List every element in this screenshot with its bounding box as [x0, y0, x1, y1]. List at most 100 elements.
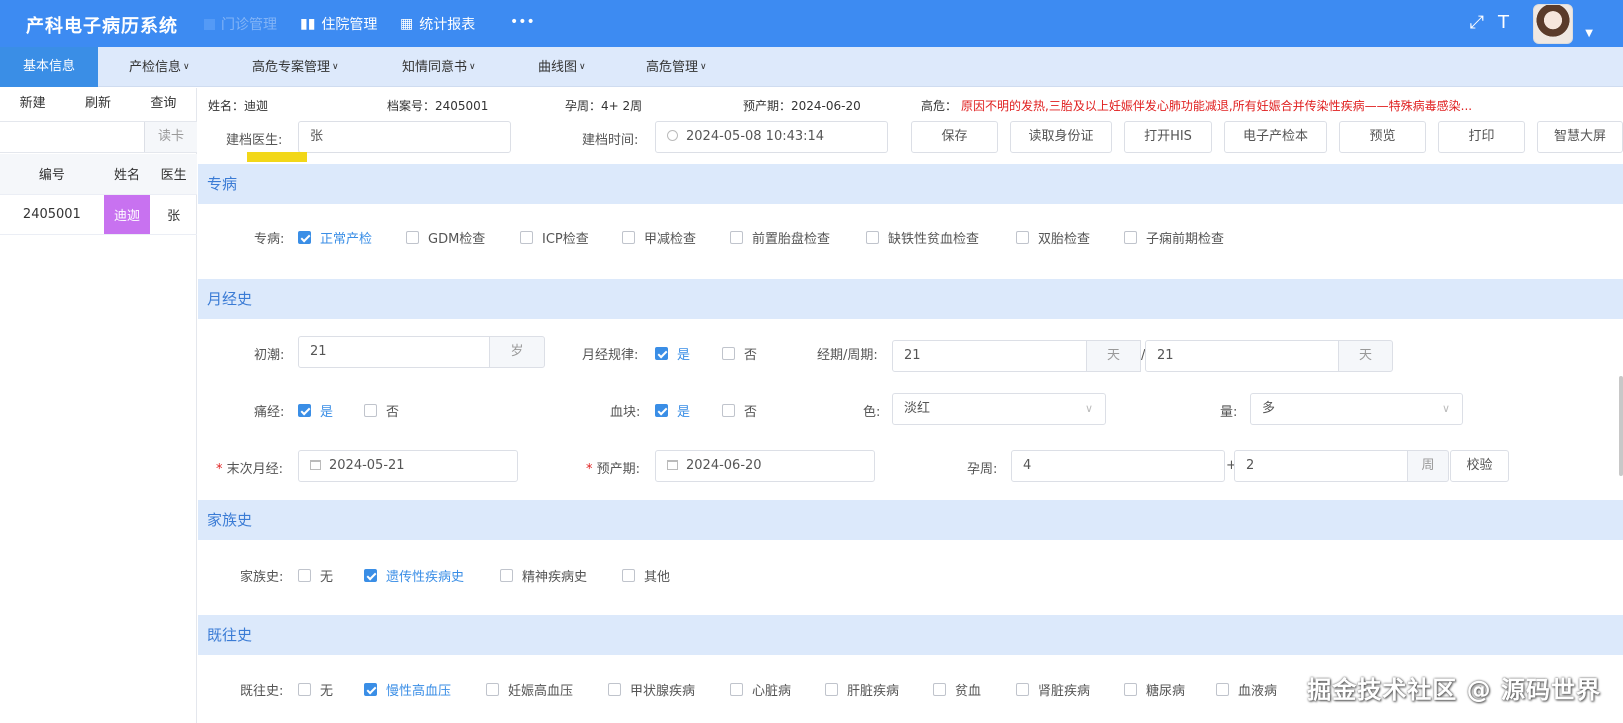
period-cycle-label: 经期/周期:: [817, 348, 878, 363]
module-consent[interactable]: 知情同意书 ∨: [402, 47, 476, 87]
chevron-down-icon: ∨: [332, 62, 339, 72]
clock-icon: [667, 130, 678, 141]
nav-statistics[interactable]: ▦ 统计报表: [400, 14, 475, 34]
patient-doctor: 张: [150, 194, 197, 235]
color-select[interactable]: 淡红 ∨: [892, 393, 1106, 425]
archive-time-input[interactable]: 2024-05-08 10:43:14: [655, 121, 888, 153]
checkbox-hereditary[interactable]: 遗传性疾病史: [364, 566, 464, 585]
column-header: 编号: [0, 154, 104, 195]
lmp-label: 末次月经:: [216, 458, 283, 477]
module-prenatal-info[interactable]: 产检信息 ∨: [129, 47, 190, 87]
checkbox-past-none[interactable]: 无: [298, 680, 333, 699]
period-input[interactable]: 21: [892, 340, 1087, 372]
checkbox-icp[interactable]: ICP检查: [520, 228, 589, 247]
checkbox-iron-anemia[interactable]: 缺铁性贫血检查: [866, 228, 979, 247]
due-date-info: 预产期：2024-06-20: [743, 99, 861, 113]
checkbox-chronic-hypertension[interactable]: 慢性高血压: [364, 680, 451, 699]
checkbox-mental-illness[interactable]: 精神疾病史: [500, 566, 587, 585]
checkbox-blood-disease[interactable]: 血液病: [1216, 680, 1277, 699]
print-button[interactable]: 打印: [1438, 121, 1525, 153]
checkbox-kidney-disease[interactable]: 肾脏疾病: [1016, 680, 1090, 699]
nav-inpatient[interactable]: ▮▮ 住院管理: [300, 14, 377, 34]
card-number-input[interactable]: [0, 122, 144, 152]
fullscreen-icon[interactable]: ⤢: [1470, 12, 1484, 33]
read-card-bar: 读卡: [0, 121, 197, 153]
checkbox-gestational-hypertension[interactable]: 妊娠高血压: [486, 680, 573, 699]
checkbox-clot-yes[interactable]: 是: [655, 401, 690, 420]
checkbox-pain-yes[interactable]: 是: [298, 401, 333, 420]
checkbox-liver-disease[interactable]: 肝脏疾病: [825, 680, 899, 699]
chevron-down-icon: ∨: [700, 62, 707, 72]
edd-label: 预产期:: [586, 458, 640, 477]
nav-more[interactable]: •••: [510, 14, 535, 30]
module-high-risk[interactable]: 高危管理 ∨: [646, 47, 707, 87]
patient-id: 2405001: [0, 194, 104, 235]
checkbox-family-other[interactable]: 其他: [622, 566, 670, 585]
verify-button[interactable]: 校验: [1450, 450, 1509, 482]
nav-outpatient[interactable]: 门诊管理: [204, 14, 277, 34]
checkbox-family-none[interactable]: 无: [298, 566, 333, 585]
bar-chart-icon: ▮▮: [300, 16, 316, 32]
read-card-button[interactable]: 读卡: [144, 122, 197, 152]
cycle-unit: 天: [1338, 340, 1393, 372]
column-header: 姓名: [103, 154, 151, 195]
clot-label: 血块:: [610, 405, 641, 420]
patient-list-panel: 新建 刷新 查询 读卡 编号 姓名 医生 2405001 迪迦 张: [0, 88, 197, 723]
chevron-down-icon[interactable]: ▼: [1585, 28, 1593, 39]
font-size-icon[interactable]: ꓔ: [1498, 12, 1509, 33]
checkbox-normal-prenatal[interactable]: 正常产检: [298, 228, 372, 247]
chevron-down-icon: ∨: [579, 62, 586, 72]
checkbox-hypothyroid[interactable]: 甲减检查: [622, 228, 696, 247]
checkbox-regular-no[interactable]: 否: [722, 344, 757, 363]
chevron-down-icon: ∨: [469, 62, 476, 72]
checkbox-pain-no[interactable]: 否: [364, 401, 399, 420]
patient-info-strip: 姓名：迪迦 档案号：2405001 孕周：4+ 2周 预产期：2024-06-2…: [198, 88, 1623, 120]
checkbox-gdm[interactable]: GDM检查: [406, 228, 485, 247]
read-id-card-button[interactable]: 读取身份证: [1010, 121, 1112, 153]
new-button[interactable]: 新建: [0, 88, 65, 120]
menarche-input[interactable]: 21: [298, 336, 490, 368]
checkbox-thyroid[interactable]: 甲状腺疾病: [608, 680, 695, 699]
section-family-history: 家族史: [198, 500, 1623, 540]
module-basic-info[interactable]: 基本信息: [0, 47, 98, 87]
query-button[interactable]: 查询: [131, 88, 196, 120]
table-row[interactable]: 2405001 迪迦 张: [0, 194, 197, 235]
checkbox-clot-no[interactable]: 否: [722, 401, 757, 420]
edd-date-input[interactable]: 2024-06-20: [655, 450, 875, 482]
checkbox-diabetes[interactable]: 糖尿病: [1124, 680, 1185, 699]
doctor-label: 建档医生:: [226, 133, 283, 148]
open-his-button[interactable]: 打开HIS: [1124, 121, 1212, 153]
checkbox-placenta-previa[interactable]: 前置胎盘检查: [730, 228, 830, 247]
save-button[interactable]: 保存: [911, 121, 998, 153]
chevron-down-icon: ∨: [1441, 402, 1450, 415]
amount-select[interactable]: 多 ∨: [1250, 393, 1463, 425]
watermark: 掘金技术社区 @ 源码世界: [1307, 676, 1601, 704]
module-curve[interactable]: 曲线图 ∨: [538, 47, 586, 87]
smart-screen-button[interactable]: 智慧大屏: [1537, 121, 1623, 153]
preview-button[interactable]: 预览: [1339, 121, 1426, 153]
section-past-history: 既往史: [198, 615, 1623, 655]
gestation-info: 孕周：4+ 2周: [565, 99, 643, 113]
gestation-label: 孕周:: [967, 462, 998, 477]
chevron-down-icon: ∨: [1084, 402, 1093, 415]
user-avatar[interactable]: [1533, 4, 1573, 44]
lmp-date-input[interactable]: 2024-05-21: [298, 450, 518, 482]
doctor-input[interactable]: 张: [298, 121, 511, 153]
gestation-days-input[interactable]: 2: [1234, 450, 1408, 482]
checkbox-preeclampsia[interactable]: 子痫前期检查: [1124, 228, 1224, 247]
e-prenatal-book-button[interactable]: 电子产检本: [1224, 121, 1327, 153]
refresh-button[interactable]: 刷新: [65, 88, 130, 120]
top-header: 产科电子病历系统 门诊管理 ▮▮ 住院管理 ▦ 统计报表 ••• ⤢ ꓔ ▼: [0, 0, 1623, 47]
checkbox-twins[interactable]: 双胎检查: [1016, 228, 1090, 247]
cycle-input[interactable]: 21: [1145, 340, 1339, 372]
gestation-weeks-input[interactable]: 4: [1011, 450, 1225, 482]
risk-label: 高危：: [921, 99, 958, 113]
checkbox-heart-disease[interactable]: 心脏病: [730, 680, 791, 699]
dysmenorrhea-label: 痛经:: [254, 405, 285, 420]
checkbox-regular-yes[interactable]: 是: [655, 344, 690, 363]
checkbox-anemia[interactable]: 贫血: [933, 680, 981, 699]
scrollbar[interactable]: [1619, 376, 1623, 476]
module-high-risk-case[interactable]: 高危专案管理 ∨: [252, 47, 339, 87]
calendar-icon: [667, 460, 678, 470]
family-history-label: 家族史:: [240, 570, 284, 585]
